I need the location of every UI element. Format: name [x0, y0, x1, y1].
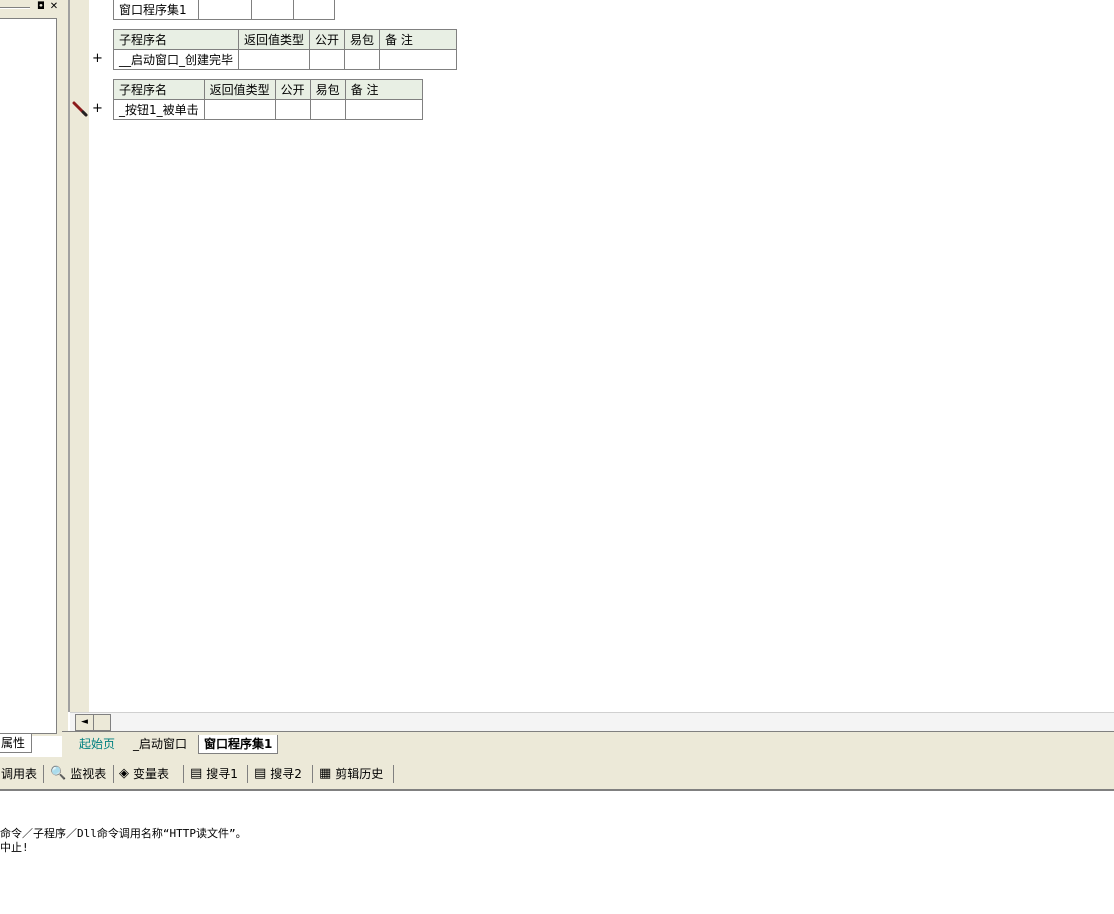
edit-pencil-icon: [72, 101, 88, 117]
tab-label: 剪辑历史: [335, 767, 384, 781]
scroll-left-icon[interactable]: ◄: [75, 714, 94, 731]
assembly-cell[interactable]: [251, 0, 294, 20]
output-line: 中止!: [0, 841, 29, 854]
column-header: 公开: [309, 29, 346, 50]
tab-startup-window[interactable]: _启动窗口: [128, 735, 192, 753]
public-cell[interactable]: [274, 99, 311, 120]
assembly-cell[interactable]: [293, 0, 335, 20]
search-results-icon: ▤: [254, 766, 267, 781]
subroutine-name-cell[interactable]: __启动窗口_创建完毕: [112, 49, 240, 70]
column-header: 返回值类型: [238, 29, 311, 50]
clipboard-icon: ▦: [319, 766, 332, 781]
subroutine-name-cell[interactable]: _按钮1_被单击: [113, 99, 205, 120]
assembly-name-cell[interactable]: 窗口程序集1: [113, 0, 199, 20]
tab-search-1[interactable]: ▤ 搜寻1: [190, 765, 238, 783]
subroutine-table-2: 子程序名 返回值类型 公开 易包 备 注 _按钮1_被单击: [113, 79, 423, 120]
magnifier-icon: 🔍: [50, 766, 67, 781]
tab-label: 搜寻2: [270, 767, 302, 781]
scroll-thumb[interactable]: [93, 714, 111, 731]
assembly-cell[interactable]: [198, 0, 252, 20]
separator: [393, 765, 394, 783]
panel-grip: [0, 7, 30, 9]
bottom-toolbar: 调用表 🔍 监视表 ◈ 变量表 ▤ 搜寻1 ▤ 搜寻2 ▦ 剪辑历史: [0, 757, 1114, 791]
column-header: 备 注: [344, 79, 423, 100]
return-type-cell[interactable]: [238, 49, 311, 70]
output-line: 命令／子程序／Dll命令调用名称“HTTP读文件”。: [0, 827, 247, 840]
properties-tab[interactable]: 属性: [0, 733, 32, 753]
tab-label: 调用表: [1, 767, 38, 781]
expand-icon[interactable]: +: [92, 101, 103, 116]
tab-clip-history[interactable]: ▦ 剪辑历史: [319, 765, 383, 783]
tab-call-table[interactable]: 调用表: [1, 765, 37, 783]
column-header: 子程序名: [113, 79, 205, 100]
column-header: 子程序名: [112, 29, 240, 50]
remark-cell[interactable]: [379, 49, 458, 70]
separator: [247, 765, 248, 783]
tab-variable-table[interactable]: ◈ 变量表: [119, 765, 169, 783]
editor-tab-bar: 起始页 _启动窗口 窗口程序集1: [62, 731, 1114, 758]
tab-search-2[interactable]: ▤ 搜寻2: [254, 765, 302, 783]
tab-label: 监视表: [70, 767, 107, 781]
separator: [43, 765, 44, 783]
column-header: 备 注: [379, 29, 458, 50]
remark-cell[interactable]: [344, 99, 423, 120]
panel-header: ◘ ✕: [0, 0, 62, 16]
tab-window-assembly[interactable]: 窗口程序集1: [198, 735, 279, 754]
return-type-cell[interactable]: [203, 99, 276, 120]
tab-label: 变量表: [133, 767, 170, 781]
subroutine-table-1: 子程序名 返回值类型 公开 易包 备 注 __启动窗口_创建完毕: [112, 29, 458, 70]
project-tree[interactable]: [0, 18, 57, 734]
variables-icon: ◈: [119, 766, 129, 781]
column-header: 公开: [274, 79, 311, 100]
tab-label: 搜寻1: [206, 767, 238, 781]
column-header: 易包: [344, 29, 381, 50]
column-header: 易包: [309, 79, 346, 100]
output-panel[interactable]: 命令／子程序／Dll命令调用名称“HTTP读文件”。 中止!: [0, 791, 1114, 914]
easy-pack-cell[interactable]: [309, 99, 346, 120]
left-panel: ◘ ✕: [0, 0, 62, 736]
tab-watch-table[interactable]: 🔍 监视表: [50, 765, 106, 783]
column-header: 返回值类型: [203, 79, 276, 100]
expand-icon[interactable]: +: [92, 51, 103, 66]
horizontal-scrollbar[interactable]: ◄: [70, 712, 1114, 731]
assembly-table: 窗口程序集1: [113, 0, 335, 20]
restore-icon[interactable]: ◘: [35, 1, 47, 13]
tab-start-page[interactable]: 起始页: [74, 735, 120, 753]
search-results-icon: ▤: [190, 766, 203, 781]
separator: [113, 765, 114, 783]
separator: [183, 765, 184, 783]
separator: [312, 765, 313, 783]
close-icon[interactable]: ✕: [48, 1, 60, 13]
easy-pack-cell[interactable]: [344, 49, 381, 70]
public-cell[interactable]: [309, 49, 346, 70]
